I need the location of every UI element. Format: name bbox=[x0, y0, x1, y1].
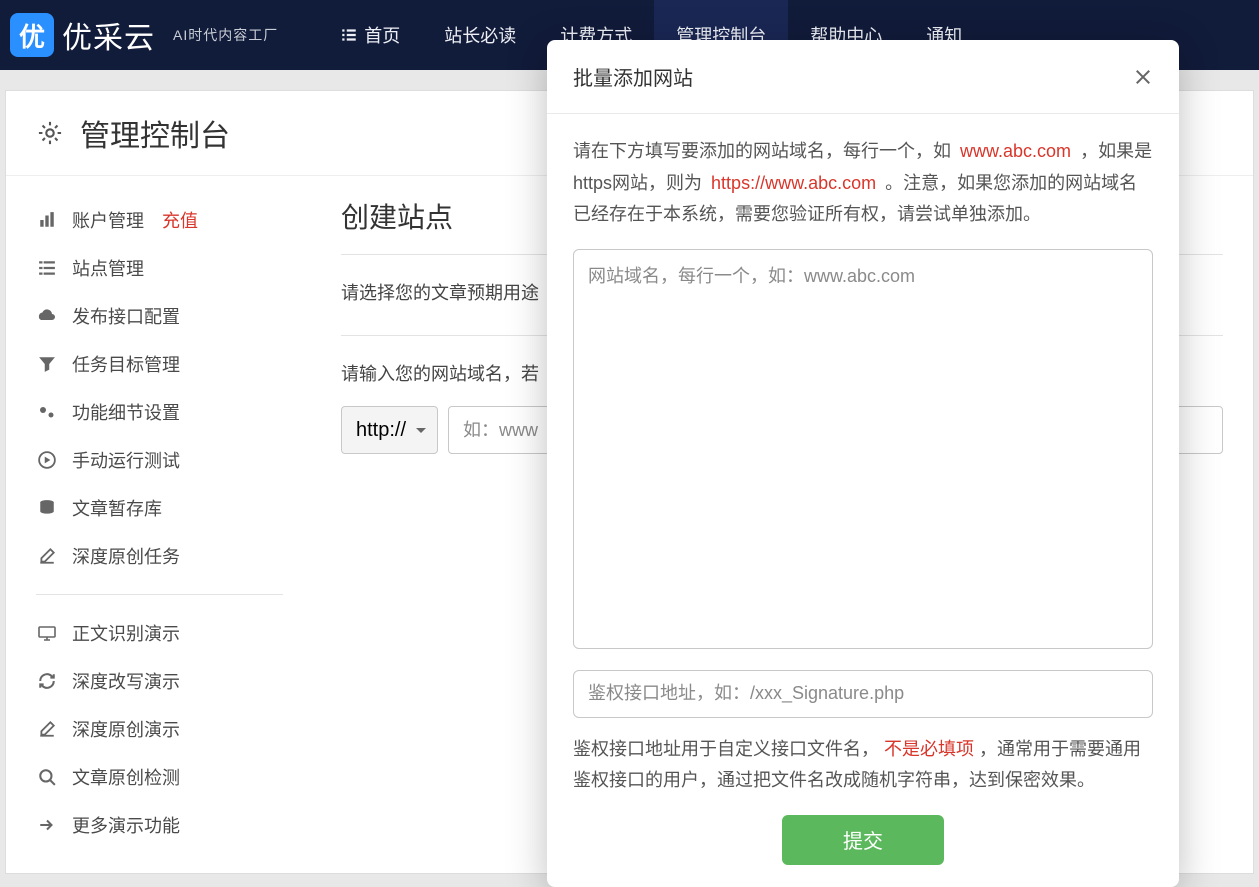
modal-close-button[interactable] bbox=[1133, 67, 1153, 87]
batch-add-modal: 批量添加网站 请在下方填写要添加的网站域名，每行一个，如 www.abc.com… bbox=[547, 40, 1179, 887]
auth-url-input[interactable] bbox=[573, 670, 1153, 718]
not-required-text: 不是必填项 bbox=[884, 739, 974, 759]
example-domain: www.abc.com bbox=[956, 141, 1075, 161]
modal-title: 批量添加网站 bbox=[573, 62, 693, 91]
submit-button[interactable]: 提交 bbox=[782, 815, 944, 865]
modal-description: 请在下方填写要添加的网站域名，每行一个，如 www.abc.com ，如果是ht… bbox=[573, 136, 1153, 231]
close-icon bbox=[1133, 67, 1153, 87]
auth-note: 鉴权接口地址用于自定义接口文件名， 不是必填项 ，通常用于需要通用鉴权接口的用户… bbox=[573, 734, 1153, 797]
example-https: https://www.abc.com bbox=[707, 173, 880, 193]
domains-textarea[interactable] bbox=[573, 249, 1153, 649]
